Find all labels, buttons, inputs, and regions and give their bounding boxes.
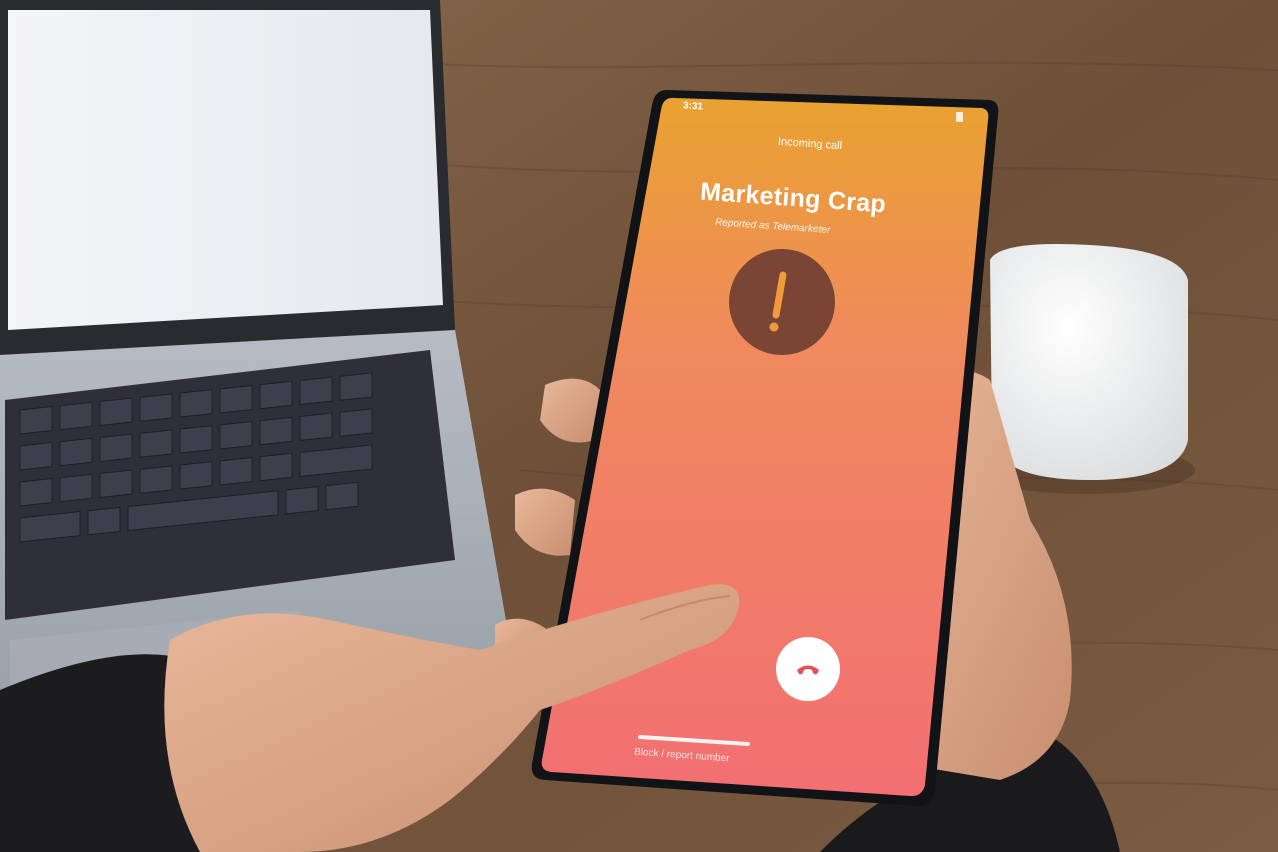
background-photo xyxy=(0,0,1278,852)
phone-hangup-icon xyxy=(797,665,819,675)
warning-circle xyxy=(729,249,835,355)
status-time: 3:31 xyxy=(682,100,704,113)
decline-call-button[interactable] xyxy=(776,637,840,701)
photo-scene: 3:31 Incoming call Marketing Crap Report… xyxy=(0,0,1278,852)
battery-icon xyxy=(956,112,963,122)
laptop-screen xyxy=(8,10,443,330)
